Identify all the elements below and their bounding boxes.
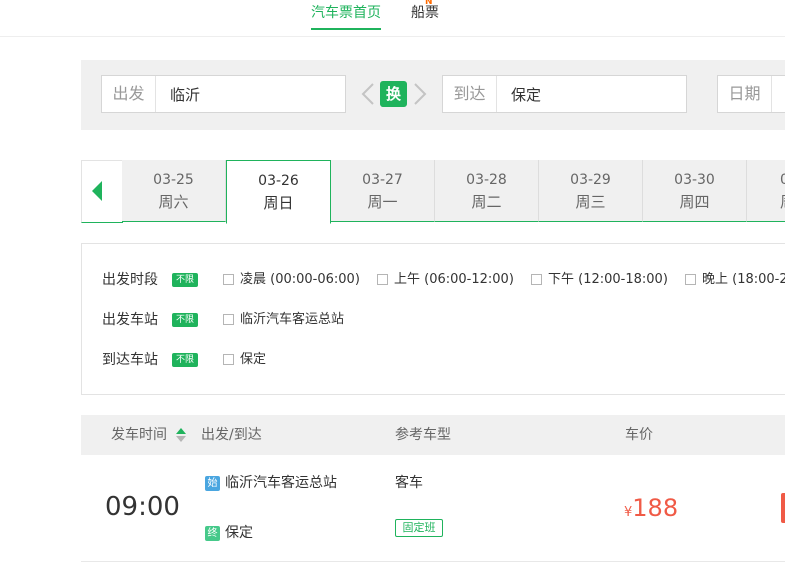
table-row: 09:00 始 临沂汽车客运总站 终 保定 客车 固定班 ¥188 [81,455,785,562]
unlimited-badge[interactable]: 不限 [172,353,198,367]
filter-row-departure-station: 出发车站 不限 临沂汽车客运总站 [102,310,402,330]
filter-panel: 出发时段 不限 凌晨 (00:00-06:00) 上午 (06:00-12:00… [81,243,785,395]
unlimited-badge[interactable]: 不限 [172,273,198,287]
to-field[interactable]: 到达 [442,75,687,113]
header-bus-type: 参考车型 [395,427,451,443]
date-tab-weekday: 周二 [471,193,502,211]
departure-time: 09:00 [105,492,180,522]
fixed-schedule-tag: 固定班 [395,519,443,537]
chevron-left-icon [361,83,374,105]
filter-label: 出发车站 [102,312,158,328]
checkbox[interactable] [685,274,696,285]
date-tab[interactable]: 03-25 周六 [122,160,226,222]
checkbox[interactable] [223,354,234,365]
to-input[interactable] [497,76,686,112]
chevron-right-icon [414,83,427,105]
date-tab-weekday: 周三 [575,193,606,211]
search-panel: 出发 换 到达 日期 [81,60,785,130]
checkbox[interactable] [223,274,234,285]
results-table-header: 发车时间 出发/到达 参考车型 车价 [81,415,785,455]
tab-ferry[interactable]: 船票 [411,4,439,26]
triangle-left-icon [92,181,102,201]
filter-option-label: 保定 [240,352,267,367]
date-tab-active[interactable]: 03-26 周日 [226,160,331,224]
top-nav: 汽车票首页 船票 N [0,0,785,37]
to-label: 到达 [443,76,497,112]
sort-icon[interactable] [175,427,187,443]
date-label: 日期 [718,76,772,112]
ticket-price: ¥188 [624,493,678,523]
filter-option-label: 上午 (06:00-12:00) [394,272,514,287]
date-tab-weekday: 周六 [158,193,189,211]
date-tab[interactable]: 0 周 [747,160,785,222]
end-badge: 终 [205,526,220,541]
filter-option-label: 临沂汽车客运总站 [240,312,345,327]
header-departure-time[interactable]: 发车时间 [111,415,167,455]
start-badge: 始 [205,476,220,491]
date-field[interactable]: 日期 [717,75,785,113]
checkbox[interactable] [531,274,542,285]
date-tab[interactable]: 03-30 周四 [643,160,747,222]
date-tab-date: 03-25 [153,172,194,188]
date-tab-date: 03-30 [674,172,715,188]
book-button[interactable] [781,493,785,523]
date-input[interactable] [772,76,785,112]
checkbox[interactable] [377,274,388,285]
filter-row-departure-time: 出发时段 不限 凌晨 (00:00-06:00) 上午 (06:00-12:00… [102,270,785,290]
filter-label: 到达车站 [102,352,158,368]
price-value: 188 [632,494,679,522]
unlimited-badge[interactable]: 不限 [172,313,198,327]
date-prev-button[interactable] [81,160,123,223]
date-tab[interactable]: 03-29 周三 [539,160,643,222]
date-tabs: 03-25 周六 03-26 周日 03-27 周一 03-28 周二 03-2… [81,160,785,224]
date-tab-date: 0 [747,171,785,189]
end-station: 保定 [225,525,253,541]
date-tab-date: 03-29 [570,172,611,188]
from-input[interactable] [156,76,345,112]
from-label: 出发 [102,76,156,112]
date-tab-weekday: 周四 [679,193,710,211]
filter-option-label: 凌晨 (00:00-06:00) [240,272,360,287]
date-tab-date: 03-28 [466,172,507,188]
bus-type: 客车 [395,475,423,491]
checkbox[interactable] [223,314,234,325]
date-tab-date: 03-26 [258,173,299,189]
filter-option-label: 下午 (12:00-18:00) [548,272,668,287]
date-tab[interactable]: 03-28 周二 [435,160,539,222]
swap-button[interactable]: 换 [380,81,407,107]
filter-row-arrival-station: 到达车站 不限 保定 [102,350,402,370]
filter-option[interactable]: 晚上 (18:00-2 [685,270,785,290]
filter-label: 出发时段 [102,272,158,288]
date-tab-weekday: 周 [747,193,785,211]
date-tab-weekday: 周日 [263,194,294,212]
filter-option-label: 晚上 (18:00-2 [702,272,785,287]
new-badge: N [425,0,433,7]
header-route: 出发/到达 [201,427,262,443]
date-tab-date: 03-27 [362,172,403,188]
swap-control: 换 [361,79,427,109]
header-price: 车价 [625,427,653,443]
date-tab-weekday: 周一 [367,193,398,211]
date-tab[interactable]: 03-27 周一 [331,160,435,222]
from-field[interactable]: 出发 [101,75,346,113]
tab-bus-home[interactable]: 汽车票首页 [311,4,381,30]
start-station: 临沂汽车客运总站 [225,475,337,491]
